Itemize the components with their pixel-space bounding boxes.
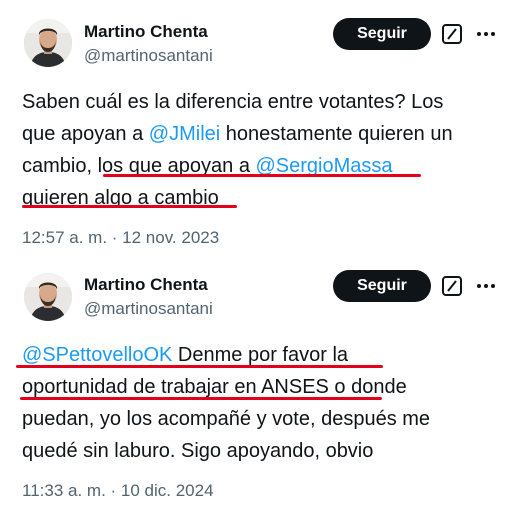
tweet-line: Saben cuál es la diferencia entre votant… [22, 86, 512, 118]
mention-link[interactable]: @JMilei [149, 123, 220, 145]
tweet-1[interactable]: Martino Chenta @martinosantani Seguir Sa… [0, 0, 526, 262]
red-underline-annotation [22, 205, 237, 208]
tweet-text: Saben cuál es la diferencia entre votant… [22, 86, 512, 214]
red-underline-annotation [16, 365, 383, 368]
avatar-photo-icon [24, 19, 72, 67]
author-name[interactable]: Martino Chenta [84, 22, 208, 42]
follow-button[interactable]: Seguir [333, 270, 431, 302]
tweet-line: quedé sin laburo. Sigo apoyando, obvio [22, 435, 512, 467]
avatar[interactable] [24, 19, 72, 67]
tweet-2[interactable]: Martino Chenta @martinosantani Seguir @S… [0, 262, 526, 517]
grok-icon[interactable] [441, 275, 463, 297]
author-handle[interactable]: @martinosantani [84, 299, 213, 319]
tweet-text-segment: cambio, [22, 155, 98, 177]
author-name[interactable]: Martino Chenta [84, 275, 208, 295]
tweet-line: que apoyan a @JMilei honestamente quiere… [22, 118, 512, 150]
avatar[interactable] [24, 273, 72, 321]
red-underline-annotation [20, 397, 382, 400]
tweet-text-segment: puedan, yo los acompañé y vote, después … [22, 408, 431, 430]
more-icon[interactable] [474, 22, 498, 46]
tweet-text-segment: honestamente quieren un [220, 123, 453, 145]
timestamp-link[interactable]: 12:57 a. m. · 12 nov. 2023 [22, 228, 219, 248]
red-underline-annotation [103, 174, 421, 177]
timestamp-link[interactable]: 11:33 a. m. · 10 dic. 2024 [22, 481, 214, 501]
tweet-text-segment: que apoyan a [22, 123, 149, 145]
tweet-text-segment: Denme por favor la [172, 344, 349, 366]
tweet-line: cambio, los que apoyan a @SergioMassa [22, 150, 512, 182]
grok-icon[interactable] [441, 23, 463, 45]
follow-button[interactable]: Seguir [333, 18, 431, 50]
tweet-text-segment: quedé sin laburo. Sigo apoyando, obvio [22, 440, 374, 462]
more-icon[interactable] [474, 274, 498, 298]
tweet-text-segment: o donde [328, 376, 407, 398]
tweet-line: quieren algo a cambio [22, 182, 512, 214]
avatar-photo-icon [24, 273, 72, 321]
mention-link[interactable]: @SPettovelloOK [22, 344, 172, 366]
tweet-text-segment: oportunidad de trabajar en ANSES [22, 376, 329, 398]
tweet-line: puedan, yo los acompañé y vote, después … [22, 403, 512, 435]
tweet-text: @SPettovelloOK Denme por favor la oportu… [22, 339, 512, 467]
tweet-text-segment: Saben cuál es la diferencia entre votant… [22, 91, 444, 113]
author-handle[interactable]: @martinosantani [84, 46, 213, 66]
